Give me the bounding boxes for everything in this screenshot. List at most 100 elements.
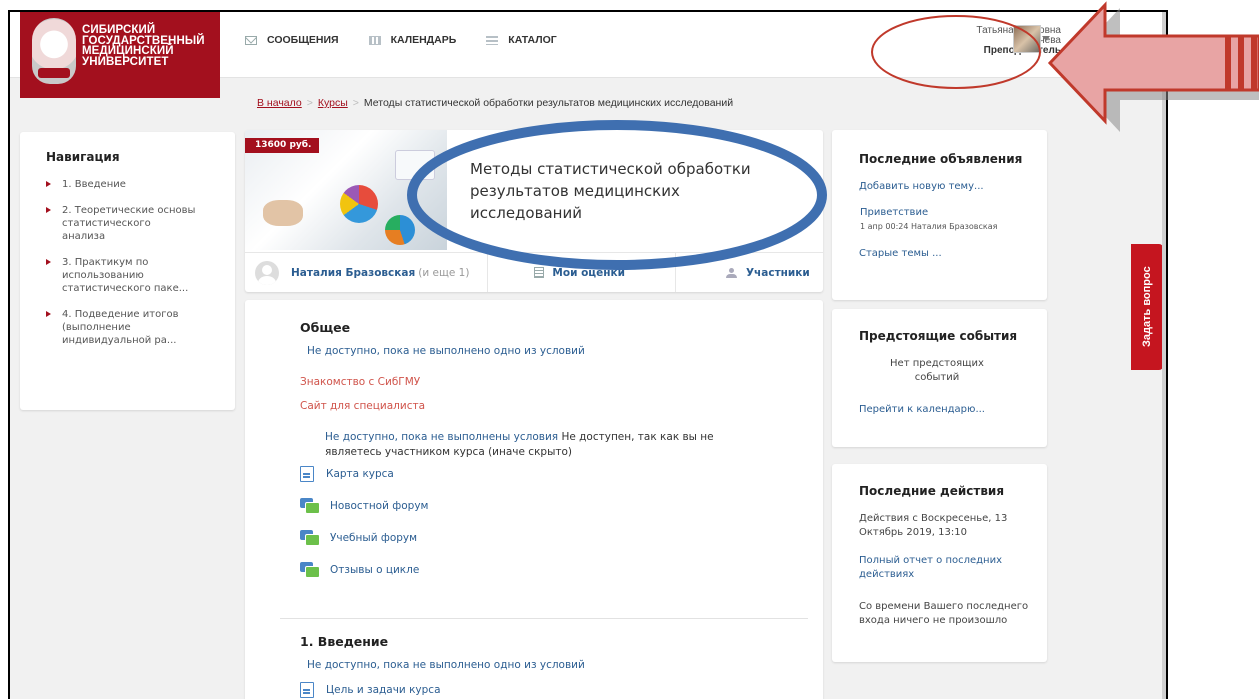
- logo-line: СИБИРСКИЙ: [82, 24, 156, 36]
- nav-catalog[interactable]: КАТАЛОГ: [486, 34, 557, 46]
- footer-divider: [487, 252, 489, 292]
- recent-activity-block: Последние действия Действия с Воскресень…: [832, 464, 1047, 662]
- nothing-happened-text: Со времени Вашего последнего входа ничег…: [859, 601, 1029, 626]
- course-content: Общее Не доступно, пока не выполнено одн…: [245, 300, 823, 699]
- navigation-block: Навигация 1. Введение 2. Теоретические о…: [20, 132, 235, 410]
- user-avatar[interactable]: [1013, 25, 1041, 53]
- specialist-site-link[interactable]: Сайт для специалиста: [300, 400, 425, 412]
- breadcrumb-separator: >: [306, 97, 313, 109]
- nav-section-1[interactable]: 1. Введение: [46, 178, 196, 191]
- triangle-right-icon: [46, 207, 51, 213]
- scrollbar[interactable]: [1162, 12, 1166, 699]
- teacher-more-link[interactable]: (и еще 1): [418, 267, 469, 279]
- forum-icon: [300, 530, 320, 546]
- calendar-icon: [368, 35, 381, 45]
- breadcrumb: В начало > Курсы > Методы статистической обр…: [257, 97, 733, 109]
- participants-label: Участники: [745, 266, 810, 279]
- coat-of-arms-icon: [32, 18, 76, 84]
- paper-illustration: [395, 150, 435, 180]
- no-events-text: Нет предстоящих событий: [890, 358, 984, 383]
- teacher-link[interactable]: Наталия Бразовская: [291, 267, 415, 279]
- section-1-title: 1. Введение: [300, 634, 389, 649]
- nav-messages-label: СООБЩЕНИЯ: [267, 34, 339, 46]
- old-topics-link[interactable]: Старые темы ...: [859, 247, 942, 261]
- nav-section-label: 1. Введение: [62, 179, 126, 190]
- nav-section-label: 4. Подведение итогов (выполнение индивид…: [62, 309, 179, 346]
- course-title: Методы статистической обработки результа…: [470, 160, 751, 222]
- course-header-card: 13600 руб. Методы статистической обработ…: [245, 130, 823, 292]
- course-image: 13600 руб.: [245, 130, 447, 250]
- restriction-notice[interactable]: Не доступно, пока не выполнено одно из у…: [307, 659, 585, 671]
- course-footer: Наталия Бразовская (и еще 1) Мои оценки …: [245, 252, 823, 292]
- nav-catalog-label: КАТАЛОГ: [508, 34, 557, 46]
- nav-calendar[interactable]: КАЛЕНДАРЬ: [368, 34, 457, 46]
- breadcrumb-home[interactable]: В начало: [257, 97, 302, 109]
- activity-course-map[interactable]: Карта курса: [300, 466, 394, 482]
- pie-chart-illustration: [385, 215, 415, 245]
- add-topic-link[interactable]: Добавить новую тему...: [859, 180, 984, 194]
- nav-section-3[interactable]: 3. Практикум по использованию статистиче…: [46, 256, 196, 295]
- top-navigation: СООБЩЕНИЯ КАЛЕНДАРЬ КАТАЛОГ: [245, 34, 557, 46]
- logo-line: МЕДИЦИНСКИЙ: [82, 45, 174, 57]
- activity-label: Новостной форум: [330, 499, 429, 512]
- restriction-notice[interactable]: Не доступно, пока не выполнены условия: [325, 431, 558, 443]
- triangle-right-icon: [46, 181, 51, 187]
- breadcrumb-separator: >: [352, 97, 359, 109]
- mail-icon: [245, 35, 257, 45]
- forum-icon: [300, 498, 320, 514]
- nav-section-label: 3. Практикум по использованию статистиче…: [62, 257, 189, 294]
- nav-calendar-label: КАЛЕНДАРЬ: [390, 34, 457, 46]
- participants-icon: [725, 267, 738, 278]
- recent-activity-title: Последние действия: [859, 484, 1005, 498]
- logo-text: СИБИРСКИЙ ГОСУДАРСТВЕННЫЙ МЕДИЦИНСКИЙ УН…: [82, 25, 217, 67]
- sibgmu-intro-link[interactable]: Знакомство с СибГМУ: [300, 376, 420, 388]
- breadcrumb-courses[interactable]: Курсы: [318, 97, 348, 109]
- page-icon: [300, 682, 314, 698]
- browser-frame: СООБЩЕНИЯ КАЛЕНДАРЬ КАТАЛОГ Татьяна Петр…: [8, 10, 1168, 699]
- pie-chart-illustration: [340, 185, 378, 223]
- activity-study-forum[interactable]: Учебный форум: [300, 530, 418, 546]
- activity-label: Цель и задачи курса: [326, 684, 441, 696]
- activity-feedback[interactable]: Отзывы о цикле: [300, 562, 420, 578]
- activity-label: Карта курса: [326, 468, 394, 480]
- section-general-title: Общее: [300, 320, 351, 335]
- restriction-details: Не доступно, пока не выполнены условия Н…: [325, 430, 765, 460]
- events-title: Предстоящие события: [859, 329, 1018, 343]
- hand-illustration: [263, 200, 303, 226]
- grades-icon: [534, 267, 545, 278]
- nav-section-label: 2. Теоретические основы статистического …: [62, 205, 196, 242]
- triangle-right-icon: [46, 311, 51, 317]
- my-grades-link[interactable]: Мои оценки: [534, 267, 625, 279]
- caret-down-icon[interactable]: [1042, 36, 1050, 41]
- activity-news-forum[interactable]: Новостной форум: [300, 498, 429, 514]
- ask-question-tab[interactable]: Задать вопрос: [1131, 244, 1163, 370]
- full-report-link[interactable]: Полный отчет о последних действиях: [859, 554, 1029, 582]
- triangle-right-icon: [46, 259, 51, 265]
- section-divider: [280, 618, 808, 619]
- activity-label: Отзывы о цикле: [330, 563, 420, 576]
- activity-label: Учебный форум: [330, 531, 418, 544]
- announcement-meta: 1 апр 00:24 Наталия Бразовская: [860, 222, 998, 231]
- upcoming-events-block: Предстоящие события Нет предстоящих собы…: [832, 309, 1047, 447]
- forum-icon: [300, 562, 320, 578]
- university-logo[interactable]: СИБИРСКИЙ ГОСУДАРСТВЕННЫЙ МЕДИЦИНСКИЙ УН…: [20, 12, 220, 98]
- announcement-post-link[interactable]: Приветствие: [860, 206, 928, 220]
- teacher-avatar-icon: [255, 260, 279, 285]
- nav-messages[interactable]: СООБЩЕНИЯ: [245, 34, 339, 46]
- activity-since-text: Действия с Воскресенье, 13 Октябрь 2019,…: [859, 513, 1008, 538]
- breadcrumb-current: Методы статистической обработки результа…: [363, 97, 734, 109]
- my-grades-label: Мои оценки: [552, 266, 625, 279]
- page-icon: [300, 466, 314, 482]
- activity-course-goals[interactable]: Цель и задачи курса: [300, 682, 441, 698]
- announcements-title: Последние объявления: [859, 152, 1023, 166]
- announcements-block: Последние объявления Добавить новую тему…: [832, 130, 1047, 300]
- goto-calendar-link[interactable]: Перейти к календарю...: [859, 403, 985, 417]
- restriction-notice[interactable]: Не доступно, пока не выполнено одно из у…: [307, 345, 585, 357]
- catalog-icon: [486, 35, 499, 45]
- nav-section-4[interactable]: 4. Подведение итогов (выполнение индивид…: [46, 308, 196, 347]
- logo-line: УНИВЕРСИТЕТ: [82, 55, 169, 68]
- participants-link[interactable]: Участники: [725, 266, 810, 279]
- nav-section-2[interactable]: 2. Теоретические основы статистического …: [46, 204, 196, 243]
- navigation-title: Навигация: [46, 150, 120, 164]
- price-badge: 13600 руб.: [245, 138, 320, 153]
